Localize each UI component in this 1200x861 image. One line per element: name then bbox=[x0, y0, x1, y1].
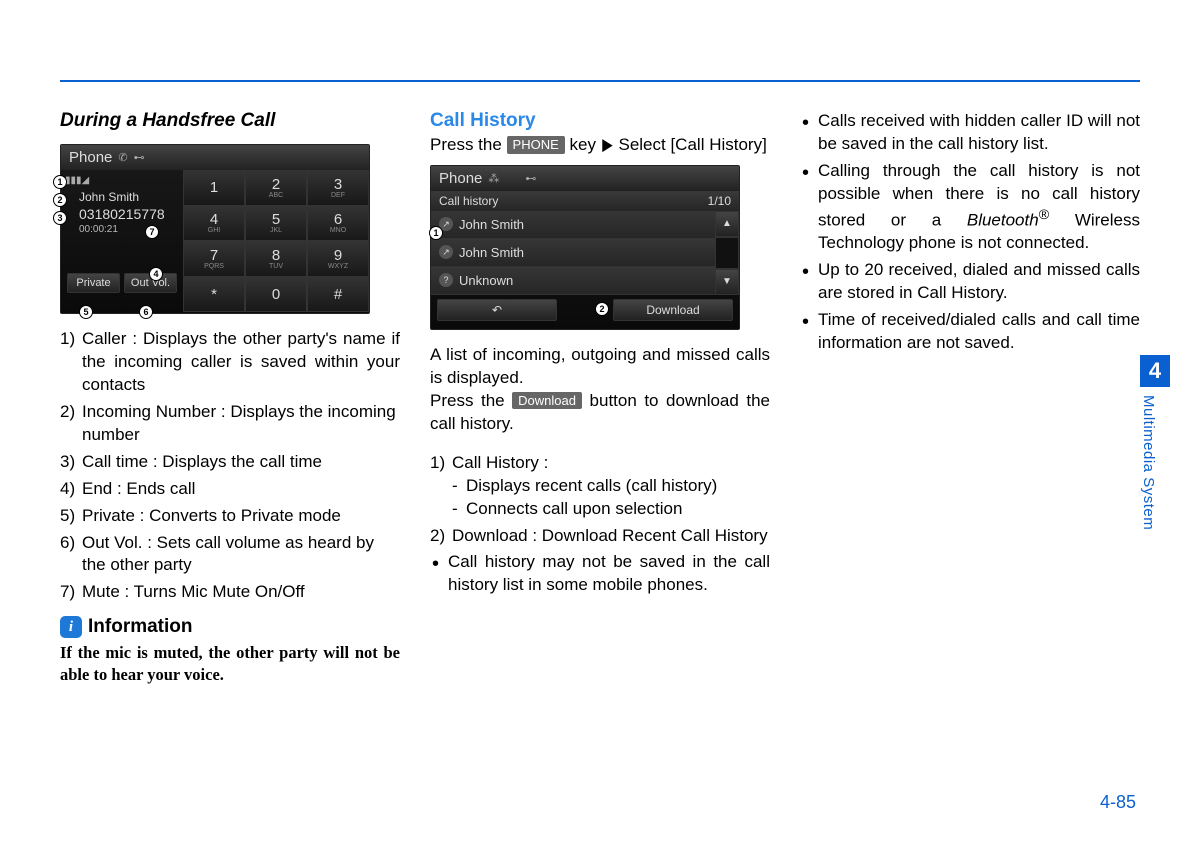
bullet-item: Calls received with hidden caller ID wil… bbox=[800, 110, 1140, 156]
sub-item: Connects call upon selection bbox=[452, 498, 770, 521]
scrollbar: ▲ ▼ bbox=[715, 211, 739, 295]
list-item: 7)Mute : Turns Mic Mute On/Off bbox=[60, 581, 400, 604]
callout-2: 2 bbox=[53, 193, 67, 207]
outgoing-icon: ↗ bbox=[439, 245, 453, 259]
call-history-sub: Call history bbox=[439, 194, 498, 208]
usb-icon: ⊷ bbox=[525, 172, 536, 185]
heading-handsfree: During a Handsfree Call bbox=[60, 110, 400, 144]
column-2: Call History Press the PHONE key ▶ Selec… bbox=[430, 110, 770, 685]
callout-1: 1 bbox=[53, 175, 67, 189]
download-button: Download bbox=[613, 299, 733, 321]
list-item: 1)Caller : Displays the other party's na… bbox=[60, 328, 400, 397]
private-button: Private bbox=[67, 273, 120, 293]
top-rule bbox=[60, 80, 1140, 82]
column-3: Calls received with hidden caller ID wil… bbox=[800, 110, 1140, 685]
missed-icon: ? bbox=[439, 273, 453, 287]
chapter-tab: 4 Multimedia System bbox=[1140, 355, 1170, 530]
bullet-item: Calling through the call history is not … bbox=[800, 160, 1140, 255]
screen-title-bar: Phone ⁂ ⊷ bbox=[431, 166, 739, 191]
page-number: 4-85 bbox=[1100, 792, 1136, 813]
chapter-label: Multimedia System bbox=[1140, 387, 1157, 530]
keypad: 1 2ABC 3DEF 4GHI 5JKL 6MNO 7PQRS 8TUV 9W… bbox=[183, 170, 369, 312]
history-row: ↗John Smith bbox=[431, 239, 715, 267]
heading-call-history: Call History bbox=[430, 110, 770, 134]
caller-number: 03180215778 bbox=[65, 204, 179, 222]
usb-icon: ⊷ bbox=[134, 151, 145, 164]
screen-title-bar: Phone ✆ ⊷ bbox=[61, 145, 369, 170]
screen-title: Phone bbox=[439, 170, 482, 187]
back-button: ↶ bbox=[437, 299, 557, 321]
information-label: Information bbox=[88, 616, 193, 638]
general-notes: Calls received with hidden caller ID wil… bbox=[800, 110, 1140, 355]
callout-6: 6 bbox=[139, 305, 153, 319]
registered-mark: ® bbox=[1039, 207, 1049, 223]
call-time: 00:00:21 bbox=[65, 222, 179, 235]
list-item: 5)Private : Converts to Private mode bbox=[60, 505, 400, 528]
list-item: 6)Out Vol. : Sets call volume as heard b… bbox=[60, 532, 400, 578]
caller-name: John Smith bbox=[65, 186, 179, 204]
list-item: 3)Call time : Displays the call time bbox=[60, 451, 400, 474]
list-item: 2)Download : Download Recent Call Histor… bbox=[430, 525, 770, 548]
press-phone-instruction: Press the PHONE key ▶ Select [Call Histo… bbox=[430, 134, 770, 157]
scroll-down-icon: ▼ bbox=[715, 269, 739, 295]
sub-item: Displays recent calls (call history) bbox=[452, 475, 770, 498]
callout-7: 7 bbox=[145, 225, 159, 239]
phone-icon: ✆ bbox=[118, 151, 127, 164]
scroll-up-icon: ▲ bbox=[715, 211, 739, 237]
phone-key: PHONE bbox=[507, 136, 565, 154]
info-icon: i bbox=[60, 616, 82, 638]
information-text: If the mic is muted, the other party wil… bbox=[60, 638, 400, 685]
triangle-icon: ▶ bbox=[602, 134, 612, 157]
handsfree-list: 1)Caller : Displays the other party's na… bbox=[60, 328, 400, 604]
history-row: ↗John Smith bbox=[431, 211, 715, 239]
bluetooth-word: Bluetooth bbox=[967, 210, 1039, 229]
screen-title: Phone bbox=[69, 149, 112, 166]
callout-2: 2 bbox=[595, 302, 609, 316]
history-desc: A list of incoming, outgoing and missed … bbox=[430, 344, 770, 390]
information-heading: i Information bbox=[60, 616, 400, 638]
chapter-number: 4 bbox=[1140, 355, 1170, 387]
download-key: Download bbox=[512, 392, 582, 410]
list-item: 4)End : Ends call bbox=[60, 478, 400, 501]
callout-4: 4 bbox=[149, 267, 163, 281]
history-notes: Call history may not be saved in the cal… bbox=[430, 551, 770, 597]
page-indicator: 1/10 bbox=[708, 194, 731, 208]
bluetooth-icon: ⁂ bbox=[488, 172, 499, 185]
screenshot-handsfree: Phone ✆ ⊷ ▮▮▮◢ John Smith 03180215778 00… bbox=[60, 144, 370, 314]
bullet-item: Up to 20 received, dialed and missed cal… bbox=[800, 259, 1140, 305]
history-row: ?Unknown bbox=[431, 267, 715, 295]
content-columns: During a Handsfree Call Phone ✆ ⊷ ▮▮▮◢ J… bbox=[60, 110, 1140, 685]
list-item: 1) Call History : Displays recent calls … bbox=[430, 452, 770, 521]
download-instruction: Press the Download button to down­load t… bbox=[430, 390, 770, 436]
callout-1: 1 bbox=[429, 226, 443, 240]
list-item: 2)Incoming Number : Displays the incomin… bbox=[60, 401, 400, 447]
signal-icon: ▮▮▮◢ bbox=[65, 175, 89, 186]
back-icon: ↶ bbox=[492, 303, 502, 317]
screenshot-call-history: Phone ⁂ ⊷ Call history 1/10 ↗John Smith … bbox=[430, 165, 740, 330]
bullet-item: Call history may not be saved in the cal… bbox=[430, 551, 770, 597]
bullet-item: Time of received/dialed calls and call t… bbox=[800, 309, 1140, 355]
column-1: During a Handsfree Call Phone ✆ ⊷ ▮▮▮◢ J… bbox=[60, 110, 400, 685]
callout-5: 5 bbox=[79, 305, 93, 319]
callout-3: 3 bbox=[53, 211, 67, 225]
history-list: 1) Call History : Displays recent calls … bbox=[430, 452, 770, 548]
